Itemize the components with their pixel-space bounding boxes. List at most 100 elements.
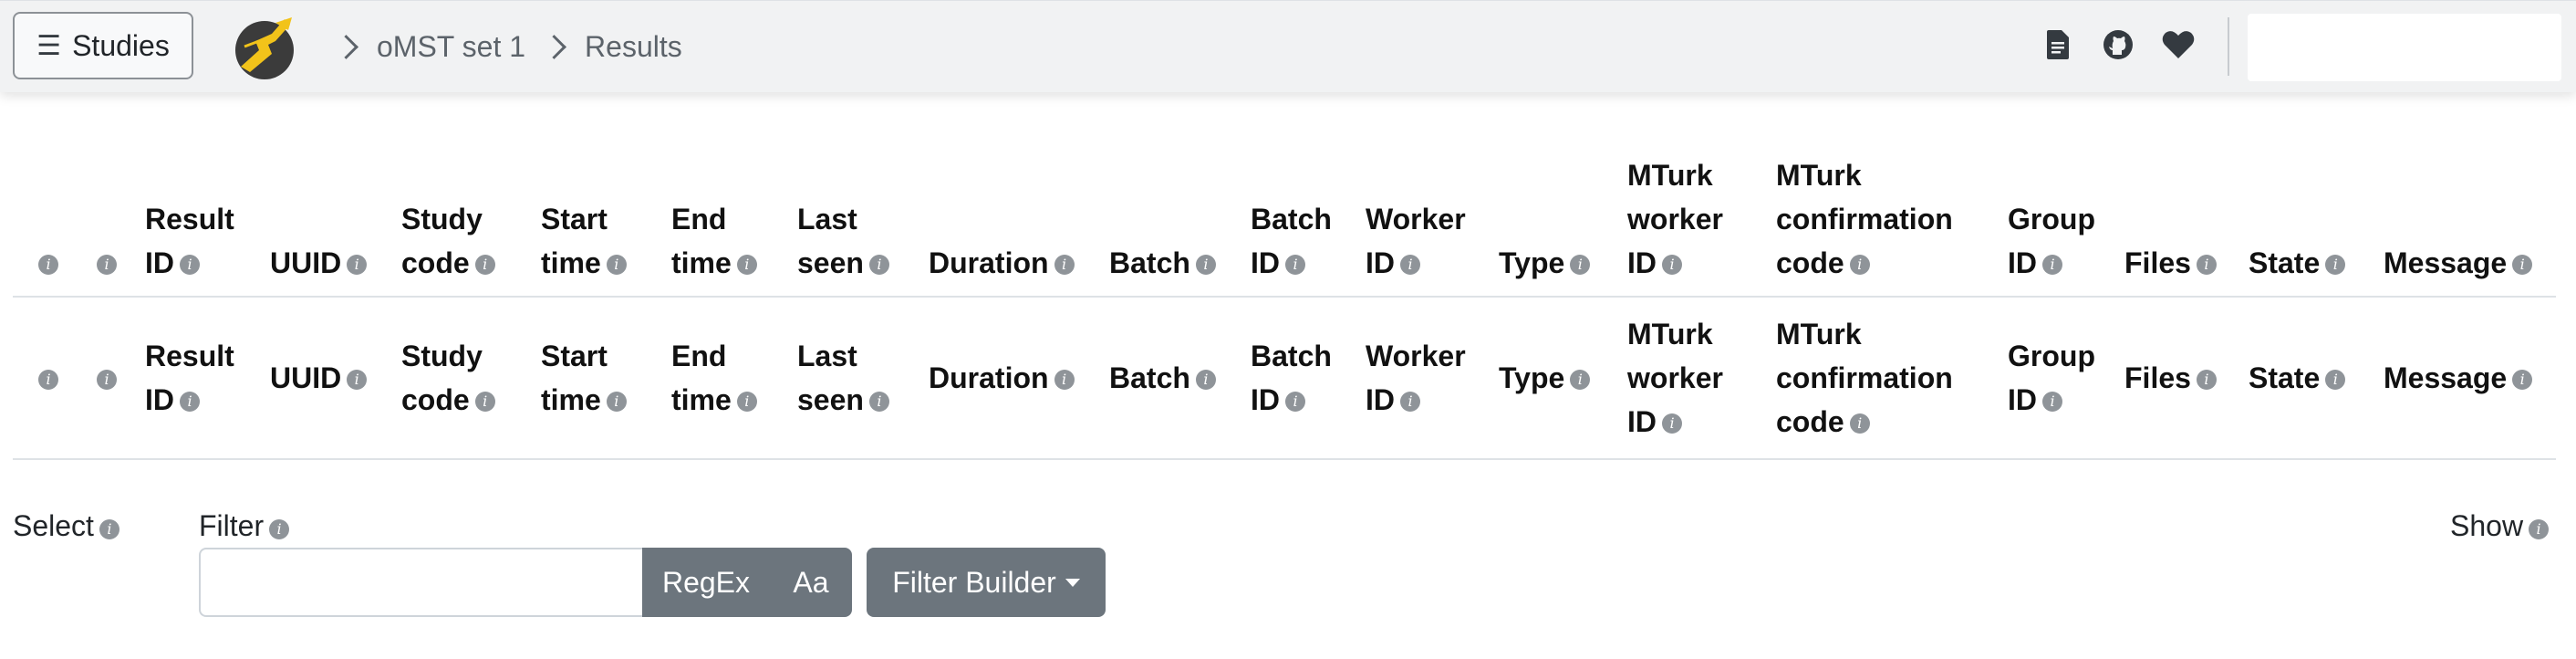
footer-uuid[interactable]: UUID i [270, 356, 368, 400]
results-table-footer: i i Result ID i UUID i Study code i Start time… [13, 298, 2556, 460]
case-sensitive-toggle-button[interactable]: Aa [770, 548, 852, 617]
info-icon[interactable]: i [2042, 392, 2062, 412]
footer-select-all[interactable]: i [33, 356, 58, 400]
footer-message[interactable]: Message i [2384, 356, 2533, 400]
regex-toggle-button[interactable]: RegEx [642, 548, 770, 617]
header-worker-id[interactable]: Worker ID i [1366, 197, 1466, 285]
info-icon[interactable]: i [606, 255, 627, 275]
info-icon[interactable]: i [868, 255, 889, 275]
info-icon[interactable]: i [38, 255, 58, 275]
footer-group-id[interactable]: Group ID i [2008, 334, 2095, 422]
info-icon[interactable]: i [606, 392, 627, 412]
info-icon[interactable]: i [2529, 519, 2550, 539]
navbar-divider [2228, 17, 2229, 76]
info-icon[interactable]: i [38, 370, 58, 390]
select-control: Select i [13, 509, 119, 543]
info-icon[interactable]: i [1195, 370, 1216, 390]
info-icon[interactable]: i [1849, 413, 1870, 434]
case-sensitive-label: Aa [793, 565, 829, 599]
header-files[interactable]: Files i [2124, 241, 2217, 285]
footer-state[interactable]: State i [2249, 356, 2346, 400]
footer-files[interactable]: Files i [2124, 356, 2217, 400]
info-icon[interactable]: i [1662, 413, 1682, 434]
header-type[interactable]: Type i [1499, 241, 1591, 285]
footer-last-seen[interactable]: Last seen i [797, 334, 889, 422]
info-icon[interactable]: i [1285, 392, 1305, 412]
info-icon[interactable]: i [1400, 392, 1420, 412]
info-icon[interactable]: i [97, 370, 117, 390]
info-icon[interactable]: i [474, 392, 495, 412]
header-result-id[interactable]: Result ID i [145, 197, 234, 285]
info-icon[interactable]: i [1570, 370, 1591, 390]
header-end-time[interactable]: End time i [671, 197, 757, 285]
info-icon[interactable]: i [1570, 255, 1591, 275]
header-start-time[interactable]: Start time i [541, 197, 627, 285]
info-icon[interactable]: i [1849, 255, 1870, 275]
info-icon[interactable]: i [2042, 255, 2062, 275]
info-icon[interactable]: i [1054, 255, 1075, 275]
filter-builder-label: Filter Builder [892, 565, 1056, 599]
app-logo-icon[interactable] [232, 14, 301, 83]
header-batch[interactable]: Batch i [1109, 241, 1216, 285]
info-icon[interactable]: i [347, 255, 368, 275]
header-last-seen[interactable]: Last seen i [797, 197, 889, 285]
info-icon[interactable]: i [736, 392, 757, 412]
info-icon[interactable]: i [1400, 255, 1420, 275]
header-mturk-worker-id[interactable]: MTurk worker ID i [1627, 153, 1723, 285]
info-icon[interactable]: i [180, 255, 200, 275]
hamburger-icon: ☰ [36, 30, 62, 61]
info-icon[interactable]: i [2325, 255, 2346, 275]
footer-study-code[interactable]: Study code i [401, 334, 495, 422]
info-icon[interactable]: i [868, 392, 889, 412]
github-icon[interactable] [2100, 26, 2136, 63]
footer-batch-id[interactable]: Batch ID i [1251, 334, 1332, 422]
navbar-icon-group [2040, 26, 2197, 63]
info-icon[interactable]: i [2196, 370, 2217, 390]
info-icon[interactable]: i [2196, 255, 2217, 275]
info-icon[interactable]: i [2325, 370, 2346, 390]
info-icon[interactable]: i [736, 255, 757, 275]
header-state[interactable]: State i [2249, 241, 2346, 285]
footer-result-id[interactable]: Result ID i [145, 334, 234, 422]
info-icon[interactable]: i [1195, 255, 1216, 275]
studies-menu-button[interactable]: ☰ Studies [13, 12, 193, 79]
footer-worker-id[interactable]: Worker ID i [1366, 334, 1466, 422]
info-icon[interactable]: i [1285, 255, 1305, 275]
footer-mturk-confirmation-code[interactable]: MTurk confirmation code i [1776, 312, 1953, 444]
filter-control: Filter i [199, 509, 290, 543]
header-duration[interactable]: Duration i [929, 241, 1075, 285]
header-mturk-confirmation-code[interactable]: MTurk confirmation code i [1776, 153, 1953, 285]
info-icon[interactable]: i [1054, 370, 1075, 390]
heart-icon[interactable] [2160, 26, 2197, 63]
header-select-all[interactable]: i [33, 241, 58, 285]
info-icon[interactable]: i [347, 370, 368, 390]
info-icon[interactable]: i [2512, 370, 2533, 390]
footer-mturk-worker-id[interactable]: MTurk worker ID i [1627, 312, 1723, 444]
document-icon[interactable] [2040, 26, 2076, 63]
select-label: Select [13, 509, 94, 542]
info-icon[interactable]: i [474, 255, 495, 275]
header-uuid[interactable]: UUID i [270, 241, 368, 285]
header-details: i [91, 241, 117, 285]
filter-input[interactable] [199, 548, 642, 617]
footer-batch[interactable]: Batch i [1109, 356, 1216, 400]
header-study-code[interactable]: Study code i [401, 197, 495, 285]
show-control: Show i [2450, 509, 2550, 543]
user-menu-area[interactable] [2248, 14, 2561, 81]
info-icon[interactable]: i [97, 255, 117, 275]
info-icon[interactable]: i [269, 519, 290, 539]
footer-start-time[interactable]: Start time i [541, 334, 627, 422]
info-icon[interactable]: i [2512, 255, 2533, 275]
footer-end-time[interactable]: End time i [671, 334, 757, 422]
breadcrumb-current-page: Results [585, 29, 682, 63]
breadcrumb-study-link[interactable]: oMST set 1 [377, 30, 525, 64]
info-icon[interactable]: i [99, 519, 119, 539]
header-group-id[interactable]: Group ID i [2008, 197, 2095, 285]
filter-builder-button[interactable]: Filter Builder [867, 548, 1106, 617]
info-icon[interactable]: i [180, 392, 200, 412]
header-batch-id[interactable]: Batch ID i [1251, 197, 1332, 285]
footer-type[interactable]: Type i [1499, 356, 1591, 400]
header-message[interactable]: Message i [2384, 241, 2533, 285]
info-icon[interactable]: i [1662, 255, 1682, 275]
footer-duration[interactable]: Duration i [929, 356, 1075, 400]
